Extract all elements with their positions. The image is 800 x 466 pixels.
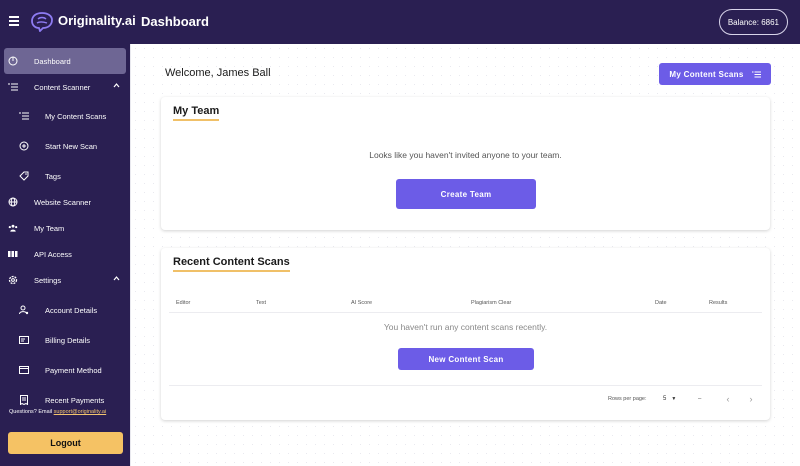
top-bar: Originality.ai Dashboard Balance: 6861 xyxy=(0,0,800,44)
sidebar-item-label: Settings xyxy=(34,275,62,285)
dashboard-icon xyxy=(8,56,18,66)
credit-card-icon xyxy=(19,365,29,375)
rows-per-page-select[interactable]: 5 ▼ xyxy=(663,393,681,405)
card-title: My Team xyxy=(173,105,219,121)
sidebar-item-website-scanner[interactable]: Website Scanner xyxy=(4,189,126,215)
column-header-text[interactable]: Text xyxy=(256,300,266,306)
welcome-heading: Welcome, James Ball xyxy=(165,67,271,79)
sidebar-item-account-details[interactable]: Account Details xyxy=(4,297,126,323)
sidebar-item-payment-method[interactable]: Payment Method xyxy=(4,357,126,383)
sidebar-item-label: Dashboard xyxy=(34,56,71,66)
card-title: Recent Content Scans xyxy=(173,256,290,272)
caret-down-icon: ▼ xyxy=(671,396,677,402)
column-header-date[interactable]: Date xyxy=(655,300,667,306)
create-team-button[interactable]: Create Team xyxy=(396,179,536,209)
sidebar-item-dashboard[interactable]: Dashboard xyxy=(4,48,126,74)
sidebar-item-start-new-scan[interactable]: Start New Scan xyxy=(4,133,126,159)
list-icon xyxy=(8,82,18,92)
sidebar-item-my-team[interactable]: My Team xyxy=(4,215,126,241)
new-content-scan-button[interactable]: New Content Scan xyxy=(398,348,534,370)
tag-icon xyxy=(19,171,29,181)
api-icon xyxy=(8,249,18,259)
column-header-plagiarism[interactable]: Plagiarism Clear xyxy=(471,300,511,306)
page-title: Dashboard xyxy=(141,14,209,29)
sidebar-item-tags[interactable]: Tags xyxy=(4,163,126,189)
support-text: Questions? Email support@originality.ai xyxy=(9,409,106,415)
button-label: My Content Scans xyxy=(669,69,744,79)
sidebar-item-label: Tags xyxy=(45,171,61,181)
chevron-up-icon xyxy=(113,276,120,281)
sidebar-item-label: API Access xyxy=(34,249,72,259)
scans-empty-message: You haven't run any content scans recent… xyxy=(383,322,548,332)
divider xyxy=(169,312,762,313)
sidebar-item-label: Account Details xyxy=(45,305,98,315)
column-header-editor[interactable]: Editor xyxy=(176,300,190,306)
rows-per-page-label: Rows per page: xyxy=(608,396,647,402)
brand-name: Originality.ai xyxy=(58,13,136,28)
menu-icon[interactable] xyxy=(9,16,19,26)
main-content: Welcome, James Ball My Content Scans My … xyxy=(130,44,800,466)
sidebar-item-label: Content Scanner xyxy=(34,82,91,92)
support-prefix: Questions? Email xyxy=(9,409,54,415)
recent-scans-card: Recent Content Scans Editor Text AI Scor… xyxy=(161,248,770,420)
sidebar-item-label: Recent Payments xyxy=(45,395,105,405)
support-email-link[interactable]: support@originality.ai xyxy=(54,409,107,415)
sidebar-item-label: Website Scanner xyxy=(34,197,91,207)
divider xyxy=(169,385,762,386)
balance-badge[interactable]: Balance: 6861 xyxy=(718,9,788,35)
list-icon xyxy=(751,71,761,77)
sidebar-item-content-scanner[interactable]: Content Scanner xyxy=(4,74,126,100)
pagination-range: – xyxy=(698,396,702,402)
sidebar-item-label: Billing Details xyxy=(45,335,91,345)
receipt-icon xyxy=(19,395,29,405)
rows-per-page-value: 5 xyxy=(663,396,667,402)
brain-logo-icon xyxy=(31,12,53,32)
billing-icon xyxy=(19,335,29,345)
next-page-button[interactable]: › xyxy=(745,393,757,405)
sidebar-item-label: My Team xyxy=(34,223,65,233)
team-icon xyxy=(8,223,18,233)
sidebar-item-billing-details[interactable]: Billing Details xyxy=(4,327,126,353)
user-settings-icon xyxy=(19,305,29,315)
logout-button[interactable]: Logout xyxy=(8,432,123,454)
column-header-results[interactable]: Results xyxy=(709,300,727,306)
chevron-up-icon xyxy=(113,83,120,88)
prev-page-button[interactable]: ‹ xyxy=(722,393,734,405)
team-empty-message: Looks like you haven't invited anyone to… xyxy=(369,150,562,160)
sidebar: Dashboard Content Scanner My Content Sca… xyxy=(0,44,130,466)
add-circle-icon xyxy=(19,141,29,151)
globe-icon xyxy=(8,197,18,207)
column-header-ai-score[interactable]: AI Score xyxy=(351,300,372,306)
gear-icon xyxy=(8,275,18,285)
sidebar-item-my-content-scans[interactable]: My Content Scans xyxy=(4,103,126,129)
sidebar-item-label: Payment Method xyxy=(45,365,102,375)
sidebar-item-settings[interactable]: Settings xyxy=(4,267,126,293)
sidebar-item-label: Start New Scan xyxy=(45,141,98,151)
my-content-scans-button[interactable]: My Content Scans xyxy=(659,63,771,85)
list-icon xyxy=(19,111,29,121)
sidebar-item-label: My Content Scans xyxy=(45,111,107,121)
sidebar-item-api-access[interactable]: API Access xyxy=(4,241,126,267)
my-team-card: My Team Looks like you haven't invited a… xyxy=(161,97,770,230)
